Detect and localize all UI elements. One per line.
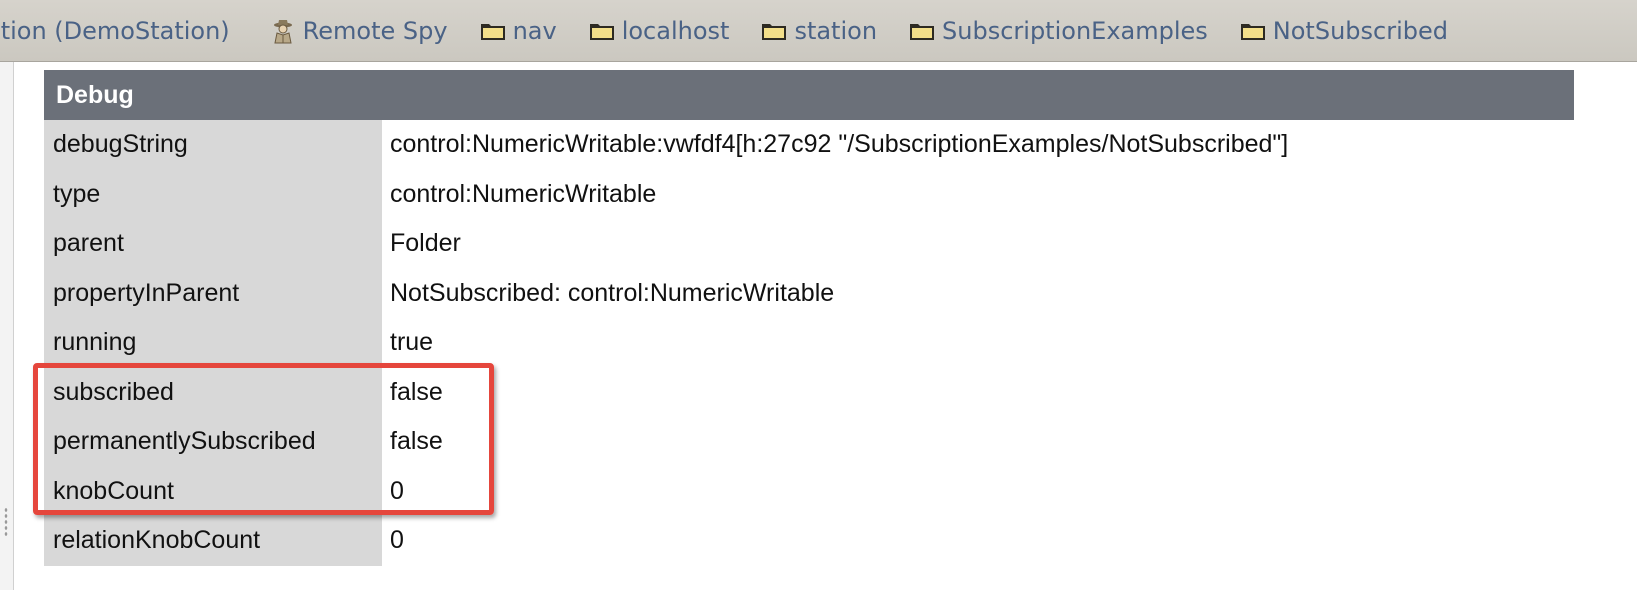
breadcrumb-label: localhost [621, 16, 730, 45]
breadcrumb-label: Remote Spy [302, 16, 448, 45]
spy-icon [270, 18, 296, 44]
property-value: 0 [382, 466, 1574, 516]
property-name: running [44, 318, 382, 368]
breadcrumb-item-remote-spy[interactable]: Remote Spy [270, 17, 448, 45]
property-name: debugString [44, 120, 382, 170]
table-row: type control:NumericWritable [44, 169, 1574, 219]
breadcrumb-label: nav [512, 16, 557, 45]
debug-table: Debug debugString control:NumericWritabl… [44, 70, 1574, 566]
property-value: control:NumericWritable:vwfdf4[h:27c92 "… [382, 120, 1574, 170]
table-row: parent Folder [44, 219, 1574, 269]
property-name: type [44, 169, 382, 219]
breadcrumb-item-station-folder[interactable]: station [761, 17, 877, 45]
breadcrumb-item-subscription-examples[interactable]: SubscriptionExamples [909, 17, 1208, 45]
table-row: propertyInParent NotSubscribed: control:… [44, 268, 1574, 318]
breadcrumb-label: ation (DemoStation) [0, 16, 230, 45]
property-value: NotSubscribed: control:NumericWritable [382, 268, 1574, 318]
property-name: relationKnobCount [44, 516, 382, 566]
debug-table-title: Debug [44, 70, 1574, 120]
folder-icon [761, 21, 787, 41]
table-row: knobCount 0 [44, 466, 1574, 516]
side-splitter[interactable] [0, 62, 14, 590]
property-value: true [382, 318, 1574, 368]
folder-icon [1240, 21, 1266, 41]
breadcrumb-item-nav[interactable]: nav [480, 17, 557, 45]
property-name: knobCount [44, 466, 382, 516]
property-value: 0 [382, 516, 1574, 566]
table-row: subscribed false [44, 367, 1574, 417]
table-row: running true [44, 318, 1574, 368]
table-row: permanentlySubscribed false [44, 417, 1574, 467]
property-value: control:NumericWritable [382, 169, 1574, 219]
property-value: Folder [382, 219, 1574, 269]
folder-icon [480, 21, 506, 41]
breadcrumb-label: NotSubscribed [1272, 16, 1448, 45]
table-row: relationKnobCount 0 [44, 516, 1574, 566]
property-name: parent [44, 219, 382, 269]
breadcrumb-label: SubscriptionExamples [942, 16, 1208, 45]
folder-icon [909, 21, 935, 41]
property-name: subscribed [44, 367, 382, 417]
breadcrumb-item-not-subscribed[interactable]: NotSubscribed [1240, 17, 1448, 45]
breadcrumb-item-localhost[interactable]: localhost [589, 16, 730, 45]
breadcrumb-label: station [794, 16, 878, 45]
breadcrumb-item-station[interactable]: ation (DemoStation) [0, 17, 230, 45]
table-row: debugString control:NumericWritable:vwfd… [44, 120, 1574, 170]
property-name: propertyInParent [44, 268, 382, 318]
property-value: false [382, 367, 1574, 417]
property-value: false [382, 417, 1574, 467]
property-name: permanentlySubscribed [44, 417, 382, 467]
folder-icon [589, 21, 615, 41]
splitter-grip-icon[interactable] [4, 507, 8, 537]
breadcrumb: ation (DemoStation) Remote Spy nav local… [0, 0, 1637, 62]
